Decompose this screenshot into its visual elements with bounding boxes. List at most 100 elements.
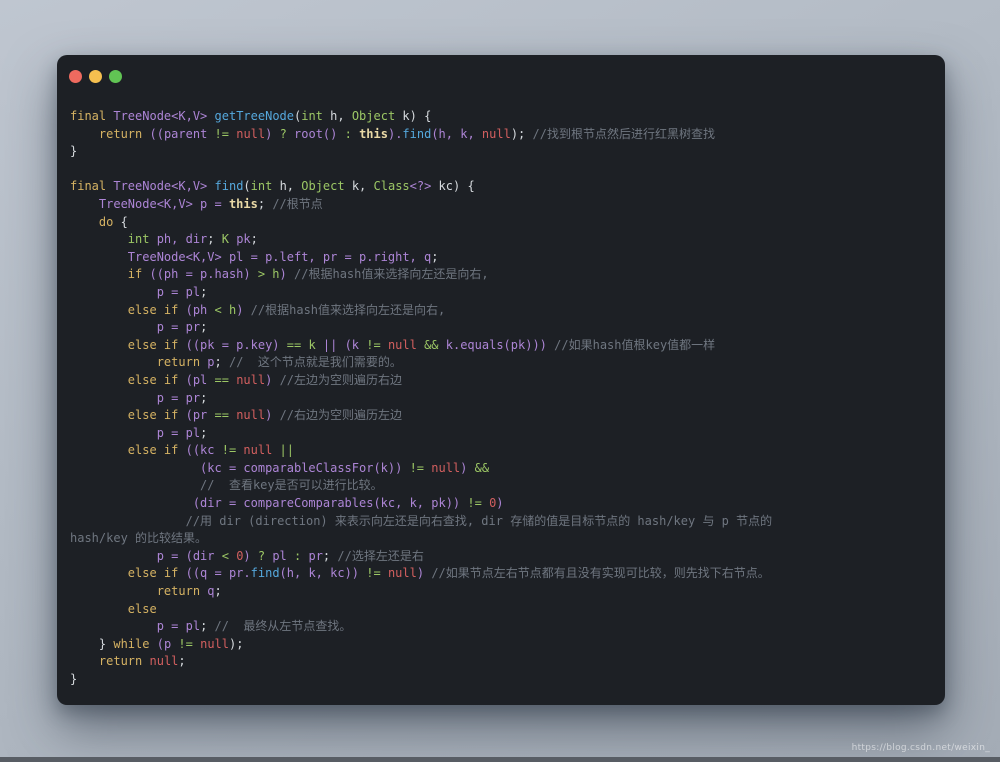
code-token: ((pk = p.key) [185, 337, 287, 352]
code-token: != [467, 496, 490, 511]
code-comment: //左边为空则遍历右边 [279, 372, 403, 387]
code-line: else if (pr == null) //右边为空则遍历左边 [70, 407, 933, 425]
code-comment: //根据hash值来选择向左还是向右, [250, 302, 446, 317]
code-editor: final TreeNode<K,V> getTreeNode(int h, O… [57, 83, 945, 689]
code-token: <?> [409, 179, 432, 194]
code-token: p = pr [156, 390, 201, 405]
code-token: null [481, 126, 511, 141]
page-background: final TreeNode<K,V> getTreeNode(int h, O… [0, 0, 1000, 762]
code-line: p = pr; [70, 390, 933, 408]
code-token: != [178, 636, 201, 651]
code-token: < h [214, 302, 237, 317]
code-token: p = pl [156, 425, 201, 440]
code-line: p = pl; // 最终从左节点查找。 [70, 618, 933, 636]
code-token: else if [127, 337, 179, 352]
code-comment: //根节点 [272, 196, 323, 211]
code-line: } [70, 143, 933, 161]
code-line: final TreeNode<K,V> getTreeNode(int h, O… [70, 108, 933, 126]
code-token: != [366, 337, 388, 352]
code-comment: //如果hash值根key值都一样 [554, 337, 716, 352]
code-token: (p [156, 636, 179, 651]
code-token: find [214, 179, 244, 194]
code-comment: // 查看key是否可以进行比较。 [200, 478, 383, 493]
code-token: != [214, 126, 237, 141]
code-token: (h, k, [431, 126, 482, 141]
code-token: ((kc [185, 443, 222, 458]
code-comment: hash/key 的比较结果。 [70, 531, 208, 546]
code-token: ((q = pr. [185, 566, 251, 581]
code-token: } [70, 672, 78, 686]
code-token: h, [272, 179, 302, 194]
code-token: ; [214, 584, 222, 599]
code-token: ; [214, 355, 229, 370]
code-token: p = (dir [156, 548, 222, 563]
code-token: else if [127, 408, 179, 423]
code-token: this [359, 126, 388, 141]
code-token: == [214, 408, 237, 423]
code-token: (ph [185, 302, 215, 317]
code-comment: //根据hash值来选择向左还是向右, [294, 267, 489, 282]
code-line: else if (pl == null) //左边为空则遍历右边 [70, 372, 933, 390]
code-token: else if [127, 372, 179, 387]
code-token: null [243, 443, 273, 458]
code-token: ; [200, 619, 215, 634]
code-token: h, [322, 109, 352, 123]
code-token: ; [431, 249, 439, 264]
code-line: TreeNode<K,V> pl = p.left, pr = p.right,… [70, 249, 933, 267]
code-token: ; [200, 425, 208, 440]
code-token: ; [200, 390, 208, 405]
code-token: ) [496, 496, 504, 511]
code-line: else if ((q = pr.find(h, k, kc)) != null… [70, 565, 933, 583]
code-line: hash/key 的比较结果。 [70, 530, 933, 548]
code-token: null [431, 460, 461, 475]
code-token: (dir = compareComparables(kc, k, pk)) [192, 496, 468, 511]
minimize-button[interactable] [89, 69, 102, 83]
code-token: null [387, 337, 417, 352]
code-token: p = pl [156, 284, 201, 299]
zoom-button[interactable] [109, 69, 122, 83]
code-token: k.equals(pk))) [445, 337, 547, 352]
code-token: int [301, 109, 323, 123]
code-token: Object [351, 109, 396, 123]
code-token: pr [308, 548, 323, 563]
code-comment: //用 dir (direction) 来表示向左还是向右查找, dir 存储的… [185, 513, 773, 528]
close-button[interactable] [69, 69, 82, 83]
code-line: else if ((kc != null || [70, 442, 933, 460]
code-line: return null; [70, 653, 933, 671]
code-token: && [416, 337, 446, 352]
code-token: p = pl [156, 619, 201, 634]
code-token: pl [272, 548, 295, 563]
code-token: do [98, 214, 114, 229]
code-token: : [344, 126, 360, 141]
code-line: p = pr; [70, 319, 933, 337]
code-token: q [200, 584, 215, 599]
code-line: return q; [70, 583, 933, 601]
code-token: || (k [322, 337, 367, 352]
code-line: TreeNode<K,V> p = this; //根节点 [70, 196, 933, 214]
code-token: while [113, 636, 150, 651]
code-token: else if [127, 566, 179, 581]
code-token: Object [301, 179, 345, 194]
csdn-watermark-link: https://blog.csdn.net/weixin_ [851, 743, 990, 753]
code-token: pk [228, 232, 251, 247]
code-token: ; [178, 654, 186, 669]
